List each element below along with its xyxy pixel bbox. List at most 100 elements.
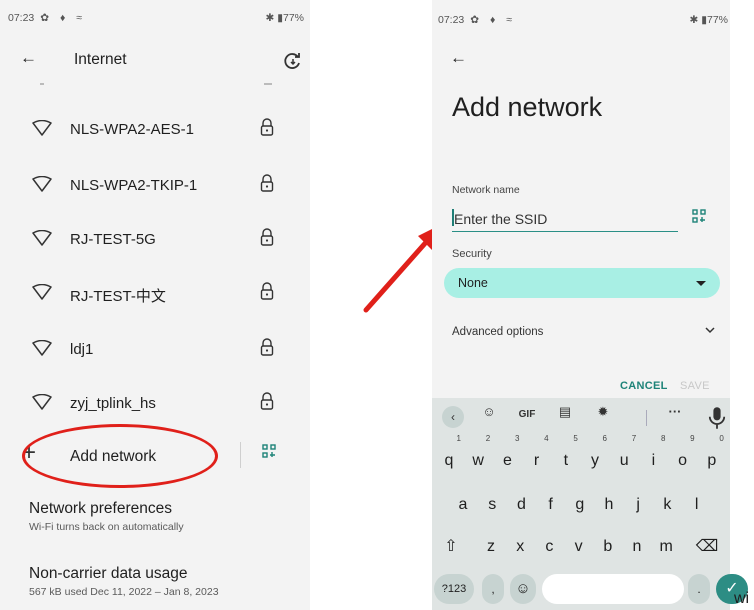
battery-level: 77% — [706, 14, 728, 26]
key-s[interactable]: s — [479, 488, 505, 522]
key-number-hint: 5 — [573, 434, 578, 443]
battery-level: 77% — [282, 12, 304, 24]
more-options-icon[interactable]: ··· — [662, 404, 688, 428]
key-t[interactable]: t5 — [553, 435, 579, 478]
save-button[interactable]: SAVE — [680, 380, 710, 392]
wifi-network-row[interactable]: ldj1 — [0, 330, 310, 370]
key-number-hint: 9 — [690, 434, 695, 443]
key-number-hint: 0 — [719, 434, 724, 443]
wifi-ssid: NLS-WPA2-TKIP-1 — [70, 177, 198, 194]
network-preferences-item[interactable]: Network preferences Wi-Fi turns back on … — [29, 500, 184, 533]
key-x[interactable]: x — [507, 530, 533, 564]
data-usage-subtitle: 567 kB used Dec 11, 2022 – Jan 8, 2023 — [29, 586, 219, 598]
internet-settings-screen: 07:23 ✿ ♦ ≈ ✱ ▮77% ← Internet NLS-WPA2-AE… — [0, 0, 310, 610]
clipboard-icon[interactable]: ▤ — [552, 404, 578, 428]
key-l[interactable]: l — [684, 488, 710, 522]
status-bar-right: ✱ ▮77% — [265, 12, 304, 24]
wifi-network-row[interactable]: zyj_tplink_hs — [0, 384, 310, 424]
back-arrow-icon[interactable]: ← — [450, 48, 467, 68]
status-time: 07:23 — [438, 14, 465, 26]
key-i[interactable]: i8 — [640, 435, 666, 478]
key-letter: e — [502, 452, 512, 469]
page-title: Internet — [74, 51, 127, 68]
key-q[interactable]: q1 — [436, 435, 462, 478]
sticker-icon[interactable]: ☺ — [476, 404, 502, 428]
comma-key[interactable]: , — [482, 574, 504, 604]
key-y[interactable]: y6 — [582, 435, 608, 478]
network-name-label: Network name — [452, 184, 520, 196]
data-usage-item[interactable]: Non-carrier data usage 567 kB used Dec 1… — [29, 565, 219, 598]
wifi-ssid: RJ-TEST-5G — [70, 231, 156, 248]
wifi-signal-icon — [32, 120, 52, 136]
key-u[interactable]: u7 — [611, 435, 637, 478]
security-dropdown[interactable]: None — [444, 268, 720, 298]
security-label: Security — [452, 248, 492, 260]
key-m[interactable]: m — [653, 530, 679, 564]
gif-button[interactable]: GIF — [514, 404, 540, 428]
key-j[interactable]: j — [625, 488, 651, 522]
network-preferences-subtitle: Wi-Fi turns back on automatically — [29, 521, 184, 533]
key-number-hint: 7 — [631, 434, 637, 443]
wifi-network-row[interactable]: RJ-TEST-中文 — [0, 274, 310, 314]
status-bar-right: ✱ ▮77% — [689, 14, 728, 26]
key-f[interactable]: f — [538, 488, 564, 522]
key-number-hint: 1 — [456, 434, 461, 443]
symbols-key[interactable]: ?123 — [434, 574, 474, 604]
advanced-options-label[interactable]: Advanced options — [452, 326, 543, 338]
key-w[interactable]: w2 — [465, 435, 491, 478]
key-p[interactable]: p0 — [699, 435, 725, 478]
wifi-ssid: RJ-TEST-中文 — [70, 288, 166, 305]
key-e[interactable]: e3 — [494, 435, 520, 478]
key-number-hint: 3 — [514, 434, 520, 443]
toolbar-divider — [646, 410, 647, 426]
cancel-button[interactable]: CANCEL — [620, 380, 668, 392]
key-n[interactable]: n — [624, 530, 650, 564]
key-d[interactable]: d — [508, 488, 534, 522]
microphone-icon[interactable] — [704, 406, 730, 430]
key-c[interactable]: c — [536, 530, 562, 564]
key-letter: q — [444, 452, 454, 469]
lock-icon — [260, 282, 274, 300]
key-letter: i — [651, 452, 656, 469]
soft-keyboard: ‹ ☺ GIF ▤ ✹ ··· q1w2e3r4t5y6u7i8o9p0 asd… — [432, 398, 730, 610]
key-r[interactable]: r4 — [524, 435, 550, 478]
backspace-icon[interactable]: ⌫ — [694, 530, 720, 564]
key-g[interactable]: g — [567, 488, 593, 522]
dropdown-arrow-icon — [696, 281, 706, 286]
key-b[interactable]: b — [595, 530, 621, 564]
keyboard-collapse-icon[interactable]: ‹ — [442, 406, 464, 428]
wifi-network-row[interactable]: NLS-WPA2-AES-1 — [0, 110, 310, 150]
shift-icon[interactable]: ⇧ — [438, 530, 464, 564]
wifi-signal-icon — [32, 394, 52, 410]
qr-scan-icon[interactable] — [262, 444, 276, 458]
key-a[interactable]: a — [450, 488, 476, 522]
refresh-icon[interactable] — [282, 50, 304, 72]
back-arrow-icon[interactable]: ← — [20, 48, 37, 68]
settings-gear-icon[interactable]: ✹ — [590, 404, 616, 428]
wifi-network-row[interactable]: RJ-TEST-5G — [0, 220, 310, 260]
key-o[interactable]: o9 — [670, 435, 696, 478]
key-h[interactable]: h — [596, 488, 622, 522]
wifi-ssid: NLS-WPA2-AES-1 — [70, 121, 194, 138]
chevron-down-icon[interactable] — [704, 324, 716, 336]
wifi-ssid: ldj1 — [70, 341, 94, 358]
screenshot-stage: 07:23 ✿ ♦ ≈ ✱ ▮77% ← Internet NLS-WPA2-AE… — [0, 0, 754, 610]
key-k[interactable]: k — [654, 488, 680, 522]
space-bar[interactable] — [542, 574, 684, 604]
security-value: None — [458, 276, 488, 290]
qr-scan-icon[interactable] — [692, 209, 706, 223]
page-title: Add network — [452, 92, 603, 122]
key-letter: t — [563, 452, 569, 469]
emoji-key-icon[interactable]: ☺ — [510, 574, 536, 604]
ssid-input[interactable] — [452, 206, 678, 232]
key-number-hint: 2 — [485, 434, 491, 443]
key-z[interactable]: z — [478, 530, 504, 564]
wifi-signal-icon — [32, 340, 52, 356]
lock-icon — [260, 174, 274, 192]
key-letter: o — [678, 452, 688, 469]
status-icons: ✿ ♦ ≈ — [470, 14, 517, 26]
key-v[interactable]: v — [566, 530, 592, 564]
wifi-network-row[interactable]: NLS-WPA2-TKIP-1 — [0, 166, 310, 206]
period-key[interactable]: . — [688, 574, 710, 604]
highlight-ellipse — [22, 424, 218, 488]
